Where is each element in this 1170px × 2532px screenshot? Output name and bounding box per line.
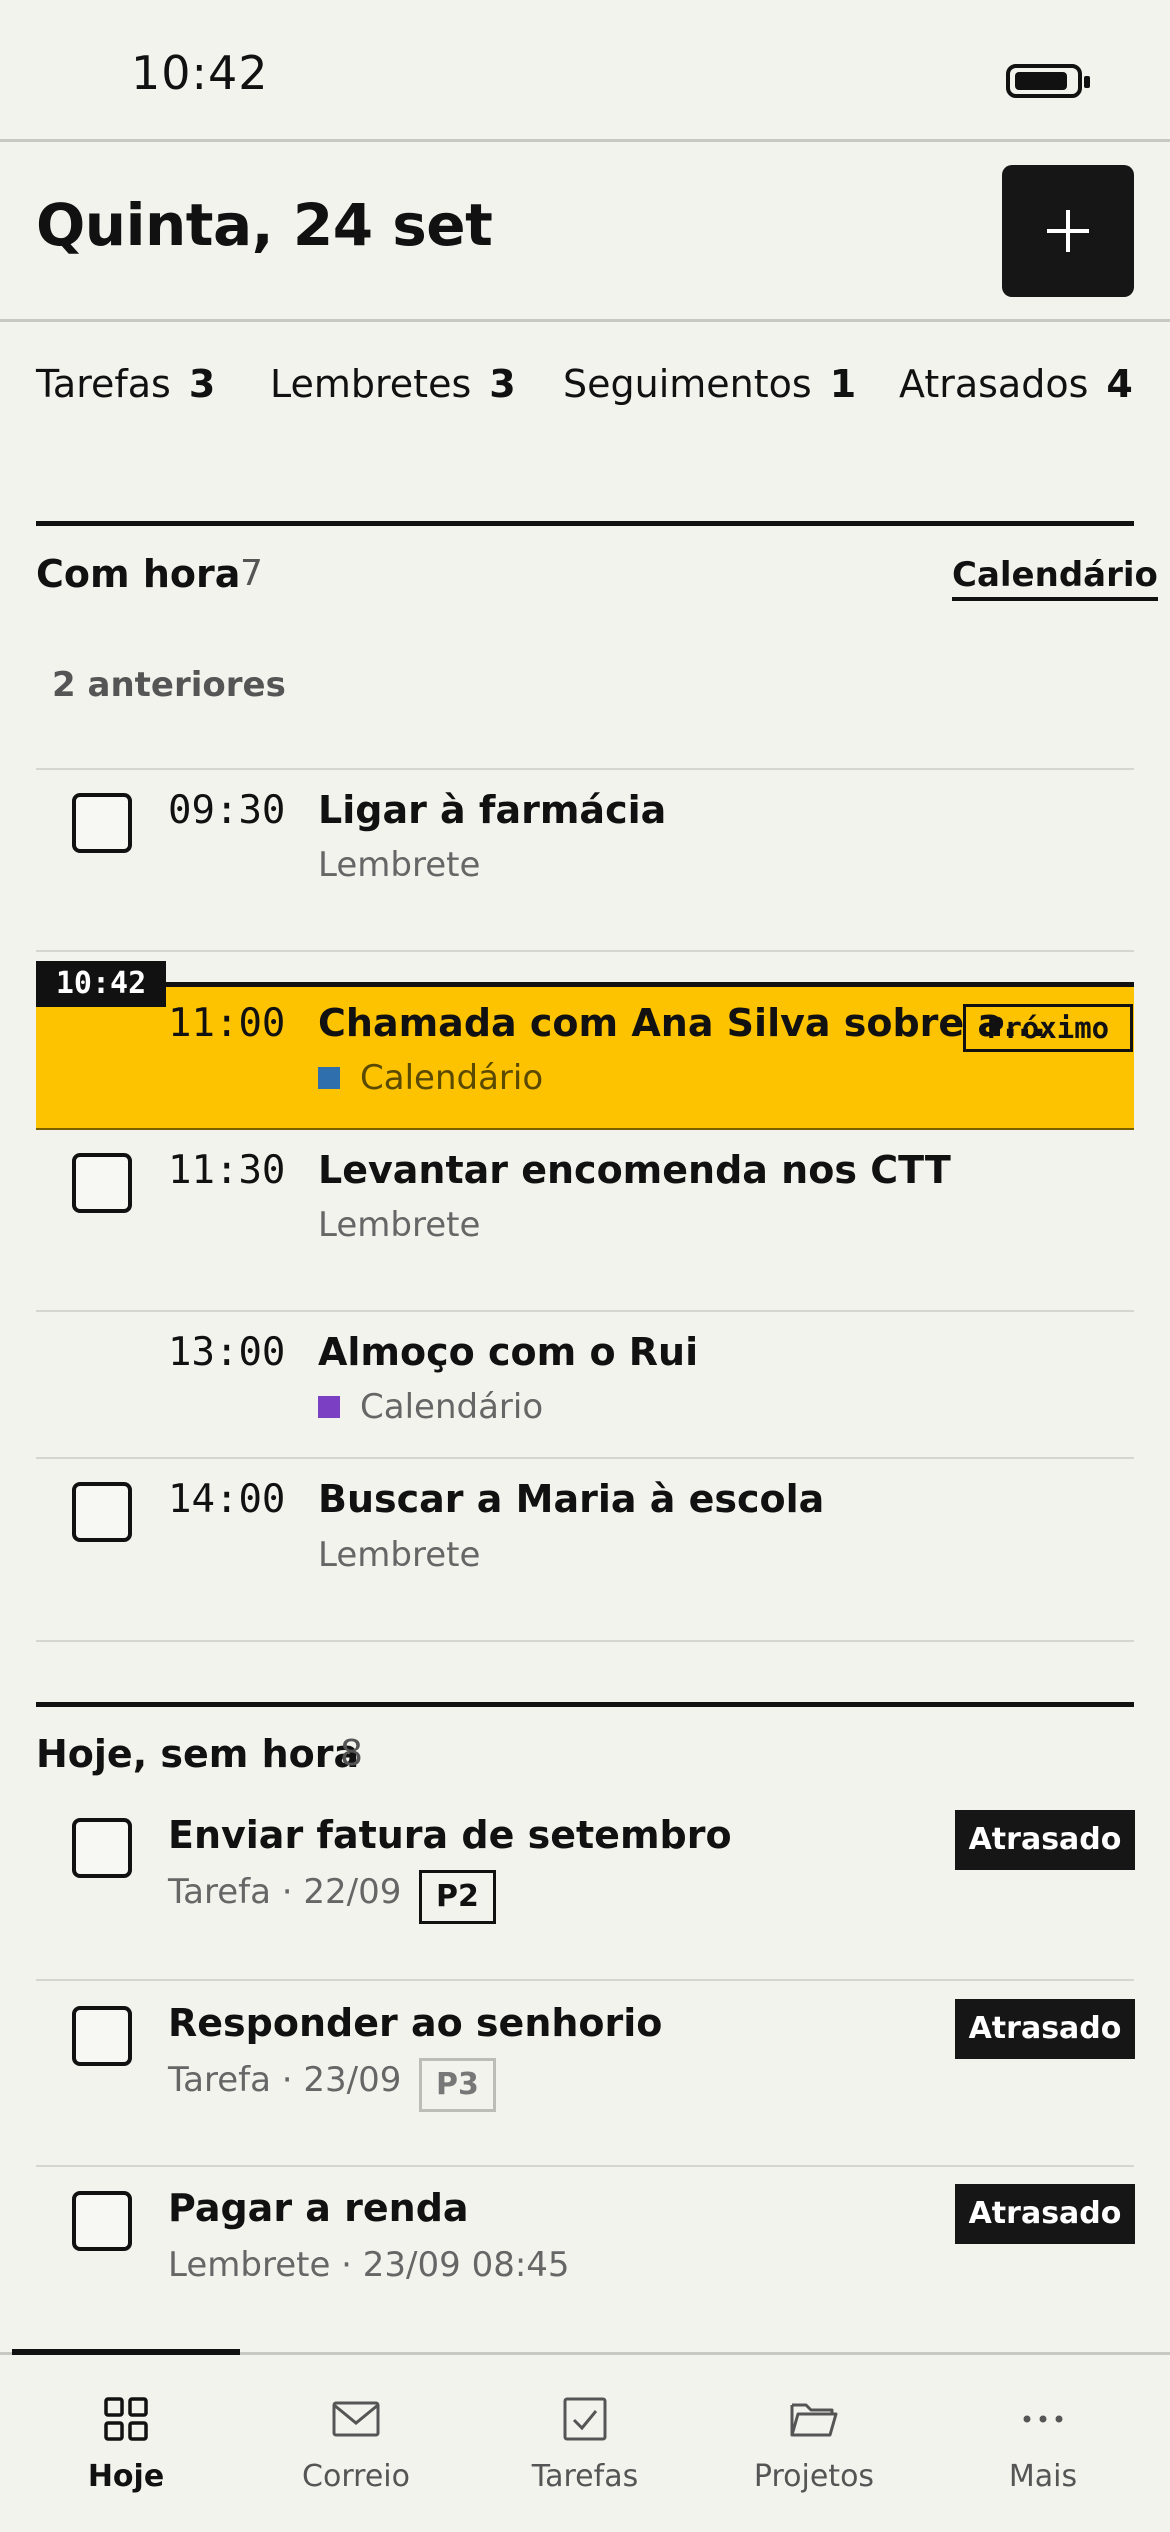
summary-count: 1 bbox=[829, 362, 857, 406]
section-count-timed: 7 bbox=[240, 553, 263, 594]
item-checkbox[interactable] bbox=[72, 2191, 132, 2251]
section-rule bbox=[36, 521, 1134, 526]
priority-badge: P2 bbox=[419, 1870, 496, 1924]
nav-item-today[interactable]: Hoje bbox=[12, 2355, 240, 2532]
divider bbox=[36, 1979, 1134, 1981]
summary-label: Tarefas bbox=[36, 362, 171, 406]
item-subtitle: Lembrete bbox=[318, 845, 481, 885]
nav-label: Projetos bbox=[753, 2459, 875, 2494]
item-checkbox[interactable] bbox=[72, 1153, 132, 1213]
summary-label: Lembretes bbox=[270, 362, 472, 406]
item-title: Chamada com Ana Silva sobre a... bbox=[318, 1001, 1047, 1045]
more-icon bbox=[1023, 2415, 1063, 2423]
status-time: 10:42 bbox=[131, 46, 269, 100]
section-title-untimed: Hoje, sem hora bbox=[36, 1732, 360, 1776]
divider bbox=[36, 1310, 1134, 1312]
summary-overdue[interactable]: Atrasados 4 bbox=[899, 362, 1133, 406]
item-subtitle: Lembrete bbox=[318, 1205, 481, 1245]
nav-label: Mais bbox=[1008, 2459, 1078, 2494]
folder-icon bbox=[790, 2403, 838, 2437]
section-rule bbox=[36, 1702, 1134, 1707]
item-time: 14:00 bbox=[168, 1477, 286, 1522]
grid-icon bbox=[104, 2397, 148, 2441]
nav-item-projects[interactable]: Projetos bbox=[700, 2355, 928, 2532]
item-time: 13:00 bbox=[168, 1330, 286, 1375]
item-checkbox[interactable] bbox=[72, 2006, 132, 2066]
item-subtitle: Lembrete bbox=[318, 1535, 481, 1575]
page-title: Quinta, 24 set bbox=[36, 191, 493, 259]
battery-icon bbox=[1006, 64, 1090, 98]
header: Quinta, 24 set bbox=[0, 145, 1170, 322]
divider bbox=[36, 768, 1134, 770]
next-badge: Próximo bbox=[963, 1004, 1133, 1052]
nav-label: Correio bbox=[302, 2459, 410, 2494]
item-subtitle: Tarefa · 22/09 bbox=[168, 1872, 402, 1912]
divider bbox=[36, 2165, 1134, 2167]
item-title: Enviar fatura de setembro bbox=[168, 1813, 732, 1857]
summary-label: Atrasados bbox=[899, 362, 1089, 406]
nav-item-more[interactable]: Mais bbox=[929, 2355, 1157, 2532]
calendar-link[interactable]: Calendário bbox=[952, 555, 1158, 601]
summary-count: 3 bbox=[489, 362, 516, 406]
section-title-timed: Com hora bbox=[36, 552, 241, 596]
now-time-marker: 10:42 bbox=[36, 961, 166, 1007]
item-title: Ligar à farmácia bbox=[318, 788, 667, 832]
item-subtitle: Calendário bbox=[360, 1387, 544, 1427]
checkbox-icon bbox=[563, 2397, 607, 2441]
summary-tasks[interactable]: Tarefas 3 bbox=[36, 362, 215, 406]
summary-count: 3 bbox=[188, 362, 216, 406]
section-count-untimed: 8 bbox=[340, 1733, 363, 1774]
priority-badge: P3 bbox=[419, 2058, 496, 2112]
nav-label: Tarefas bbox=[531, 2459, 639, 2494]
calendar-color-icon bbox=[318, 1067, 340, 1089]
nav-label: Hoje bbox=[87, 2459, 165, 2494]
item-checkbox[interactable] bbox=[72, 1482, 132, 1542]
nav-item-tasks[interactable]: Tarefas bbox=[471, 2355, 699, 2532]
item-subtitle: Tarefa · 23/09 bbox=[168, 2060, 402, 2100]
nav-item-mail[interactable]: Correio bbox=[242, 2355, 470, 2532]
today-screen: 10:42 Quinta, 24 set Tarefas 3 Lembretes 3… bbox=[0, 0, 1170, 2532]
item-time: 11:30 bbox=[168, 1148, 286, 1193]
item-title: Buscar a Maria à escola bbox=[318, 1477, 825, 1521]
item-title: Pagar a renda bbox=[168, 2186, 469, 2230]
overdue-badge: Atrasado bbox=[955, 2184, 1135, 2244]
summary-label: Seguimentos bbox=[563, 362, 812, 406]
summary-reminders[interactable]: Lembretes 3 bbox=[270, 362, 516, 406]
divider bbox=[36, 1457, 1134, 1459]
divider bbox=[36, 950, 1134, 952]
earlier-items-button[interactable]: 2 anteriores bbox=[52, 665, 286, 705]
item-checkbox[interactable] bbox=[72, 793, 132, 853]
item-title: Almoço com o Rui bbox=[318, 1330, 699, 1374]
overdue-badge: Atrasado bbox=[955, 1810, 1135, 1870]
summary-count: 4 bbox=[1106, 362, 1133, 406]
add-button[interactable] bbox=[1002, 165, 1134, 297]
summary-bar: Tarefas 3 Lembretes 3 Seguimentos 1 Atrasad… bbox=[0, 362, 1170, 418]
calendar-color-icon bbox=[318, 1396, 340, 1418]
divider bbox=[36, 1640, 1134, 1642]
item-time: 09:30 bbox=[168, 788, 286, 833]
overdue-badge: Atrasado bbox=[955, 1999, 1135, 2059]
item-subtitle: Lembrete · 23/09 08:45 bbox=[168, 2245, 570, 2285]
bottom-nav: Hoje Correio Tarefas Projetos Mais bbox=[0, 2349, 1170, 2532]
mail-icon bbox=[332, 2401, 380, 2437]
status-bar: 10:42 bbox=[0, 0, 1170, 142]
item-checkbox[interactable] bbox=[72, 1818, 132, 1878]
summary-followups[interactable]: Seguimentos 1 bbox=[563, 362, 856, 406]
item-time: 11:00 bbox=[168, 1001, 286, 1046]
item-title: Responder ao senhorio bbox=[168, 2001, 663, 2045]
item-title: Levantar encomenda nos CTT bbox=[318, 1148, 951, 1192]
item-subtitle: Calendário bbox=[360, 1058, 544, 1098]
